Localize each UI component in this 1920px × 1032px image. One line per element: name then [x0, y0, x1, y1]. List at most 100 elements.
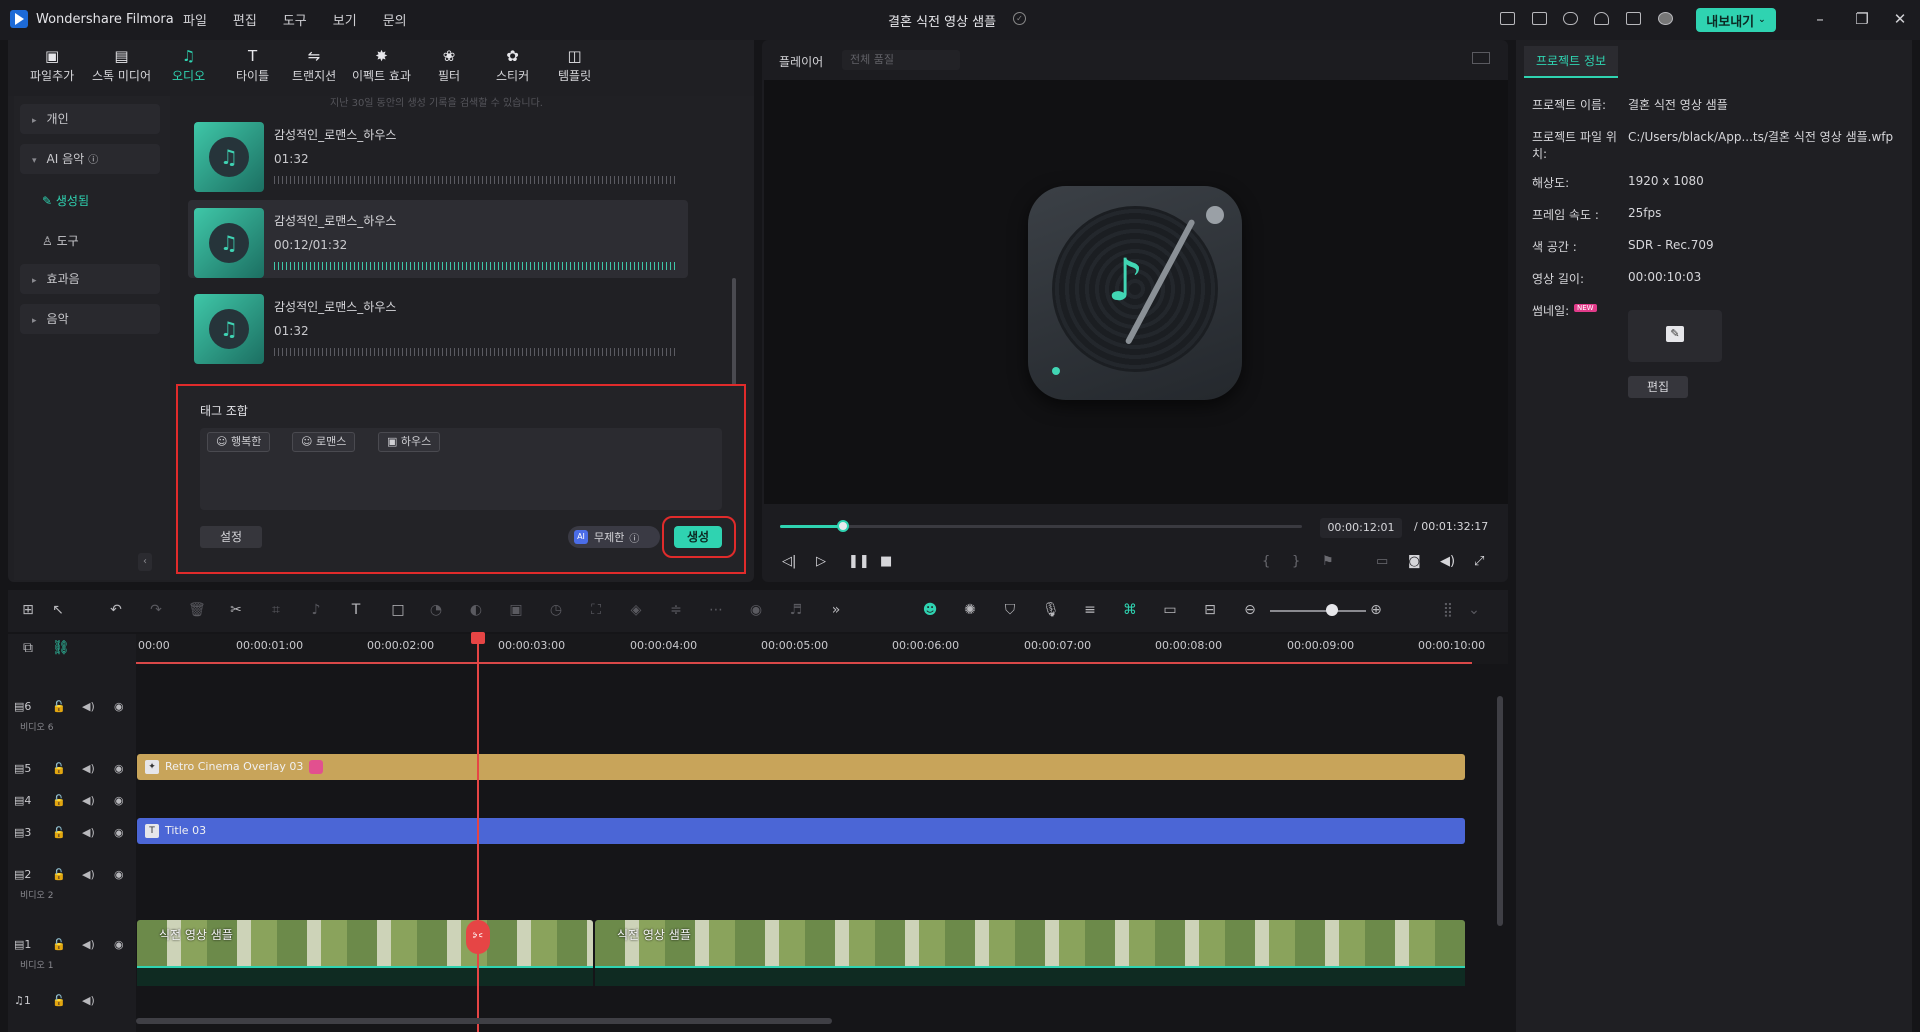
text-tool-icon[interactable]: T — [348, 602, 364, 618]
stop-icon[interactable]: ■ — [880, 554, 892, 569]
export-button[interactable]: 내보내기 ⌄ — [1696, 8, 1776, 32]
nav-generated[interactable]: ✎ 생성됨 — [42, 192, 89, 209]
layout-grid-icon[interactable]: ⊞ — [20, 602, 36, 618]
list-scrollbar[interactable] — [732, 278, 736, 388]
current-time[interactable]: 00:00:12:01 — [1320, 518, 1402, 538]
edit-thumbnail-button[interactable]: 편집 — [1628, 376, 1688, 398]
layout-icon[interactable] — [1500, 12, 1515, 25]
replace-icon[interactable]: ⊟ — [1202, 602, 1218, 618]
mute-icon[interactable]: ◀) — [82, 868, 95, 881]
crop-icon[interactable]: ⌗ — [268, 602, 284, 618]
nav-ai-music[interactable]: ▾ AI 음악 ⓘ — [20, 144, 160, 174]
lock-icon[interactable]: 🔓 — [52, 700, 66, 713]
nav-sound-effects[interactable]: ▸ 효과음 — [20, 264, 160, 294]
tab-templates[interactable]: ◫ 템플릿 — [558, 48, 591, 84]
playback-progress[interactable] — [780, 525, 1302, 528]
restore-icon[interactable]: ❐ — [1852, 10, 1872, 28]
playhead[interactable] — [477, 636, 479, 1032]
prev-frame-icon[interactable]: ◁| — [782, 554, 796, 569]
track-head-video-3[interactable]: ▤3 — [14, 826, 31, 839]
menu-file[interactable]: 파일 — [183, 10, 207, 29]
tab-filters[interactable]: ❀ 필터 — [438, 48, 460, 84]
lock-icon[interactable]: 🔓 — [52, 826, 66, 839]
mic-icon[interactable]: 🎙 — [1042, 602, 1060, 618]
add-track-icon[interactable]: ⧉ — [20, 640, 36, 656]
tab-titles[interactable]: T 타이틀 — [236, 48, 269, 84]
tab-stock-media[interactable]: ▤ 스톡 미디어 — [92, 48, 151, 84]
mute-icon[interactable]: ◀) — [82, 762, 95, 775]
unlimited-badge[interactable]: AI 무제한 ⓘ — [568, 526, 660, 548]
mute-icon[interactable]: ◀) — [82, 700, 95, 713]
delete-icon[interactable]: 🗑 — [188, 602, 206, 618]
timeline-h-scrollbar[interactable] — [136, 1018, 832, 1024]
track-head-video-5[interactable]: ▤5 — [14, 762, 31, 775]
play-icon[interactable]: ▷ — [816, 554, 826, 569]
track-head-video-6[interactable]: ▤6 — [14, 700, 31, 713]
cloud-icon[interactable] — [1563, 12, 1578, 25]
ripple-icon[interactable]: ⋯ — [708, 602, 724, 618]
timeline-v-scrollbar[interactable] — [1497, 696, 1503, 926]
playhead-handle[interactable] — [471, 632, 485, 644]
speed-icon[interactable]: ◔ — [428, 602, 444, 618]
menu-view[interactable]: 보기 — [333, 10, 357, 29]
timer-icon[interactable]: ◷ — [548, 602, 564, 618]
zoom-in-icon[interactable]: ⊕ — [1368, 602, 1384, 618]
track-head-video-1[interactable]: ▤1 — [14, 938, 31, 951]
pause-icon[interactable]: ❚❚ — [848, 554, 870, 569]
volume-icon[interactable]: ◀) — [1440, 554, 1455, 569]
quality-select[interactable]: 전체 품질 — [842, 50, 960, 70]
shield-icon[interactable]: ⛉ — [1002, 602, 1018, 618]
pip-icon[interactable]: ▭ — [1162, 602, 1178, 618]
zoom-slider[interactable] — [1270, 610, 1366, 612]
audio-adjust-icon[interactable]: ♪ — [308, 602, 324, 618]
scopes-icon[interactable] — [1472, 52, 1490, 64]
color-icon[interactable]: ◐ — [468, 602, 484, 618]
split-icon[interactable]: ✂ — [228, 602, 244, 618]
menu-edit[interactable]: 편집 — [233, 10, 257, 29]
mute-icon[interactable]: ◀) — [82, 794, 95, 807]
snapshot-icon[interactable]: ◙ — [1408, 554, 1421, 569]
nav-tools[interactable]: ♙ 도구 — [42, 232, 79, 249]
track-layout-icon[interactable]: ⣿ — [1440, 602, 1456, 618]
zoom-out-icon[interactable]: ⊖ — [1242, 602, 1258, 618]
generate-button[interactable]: 생성 — [674, 526, 722, 548]
tag-input-area[interactable] — [200, 428, 722, 510]
tab-stickers[interactable]: ✿ 스티커 — [496, 48, 529, 84]
mute-icon[interactable]: ◀) — [82, 826, 95, 839]
mute-icon[interactable]: ◀) — [82, 938, 95, 951]
video-clip[interactable]: 식전 영상 샘플 — [137, 920, 593, 986]
chevron-down-icon[interactable]: ⌄ — [1466, 602, 1482, 618]
eye-icon[interactable]: ◉ — [114, 826, 124, 839]
edit-thumbnail-icon[interactable]: ✎ — [1666, 326, 1684, 342]
adjust-icon[interactable]: ≑ — [668, 602, 684, 618]
ai-mate-icon[interactable]: ☻ — [922, 602, 938, 618]
tab-import[interactable]: ▣ 파일추가 — [30, 48, 74, 84]
redo-icon[interactable]: ↷ — [148, 602, 164, 618]
zoom-slider-knob[interactable] — [1326, 604, 1338, 616]
tab-effects[interactable]: ✸ 이펙트 효과 — [352, 48, 411, 84]
link-icon[interactable]: ⛓ — [52, 640, 70, 656]
tag-chip-romance[interactable]: ☺ 로맨스 — [292, 432, 356, 452]
eye-icon[interactable]: ◉ — [114, 868, 124, 881]
track-head-video-2[interactable]: ▤2 — [14, 868, 31, 881]
track-head-video-4[interactable]: ▤4 — [14, 794, 31, 807]
more-tools-icon[interactable]: » — [828, 602, 844, 618]
settings-button[interactable]: 설정 — [200, 526, 262, 548]
eye-icon[interactable]: ◉ — [114, 762, 124, 775]
title-clip[interactable]: T Title 03 — [137, 818, 1465, 844]
apps-grid-icon[interactable] — [1626, 12, 1641, 25]
shape-icon[interactable]: □ — [390, 602, 406, 618]
lock-icon[interactable]: 🔓 — [52, 762, 66, 775]
tab-project-info[interactable]: 프로젝트 정보 — [1524, 46, 1618, 78]
lock-icon[interactable]: 🔓 — [52, 794, 66, 807]
beat-icon[interactable]: ♬ — [788, 602, 804, 618]
mask-icon[interactable]: ▣ — [508, 602, 524, 618]
video-clip[interactable]: 식전 영상 샘플 — [595, 920, 1465, 986]
menu-tools[interactable]: 도구 — [283, 10, 307, 29]
mark-out-icon[interactable]: } — [1292, 554, 1300, 569]
playback-scrubber[interactable] — [836, 520, 849, 532]
lock-icon[interactable]: 🔓 — [52, 938, 66, 951]
nav-personal[interactable]: ▸ 개인 — [20, 104, 160, 134]
list-item[interactable]: ♫ 감성적인_로맨스_하우스 01:32 — [188, 286, 688, 364]
support-headset-icon[interactable] — [1594, 12, 1609, 25]
